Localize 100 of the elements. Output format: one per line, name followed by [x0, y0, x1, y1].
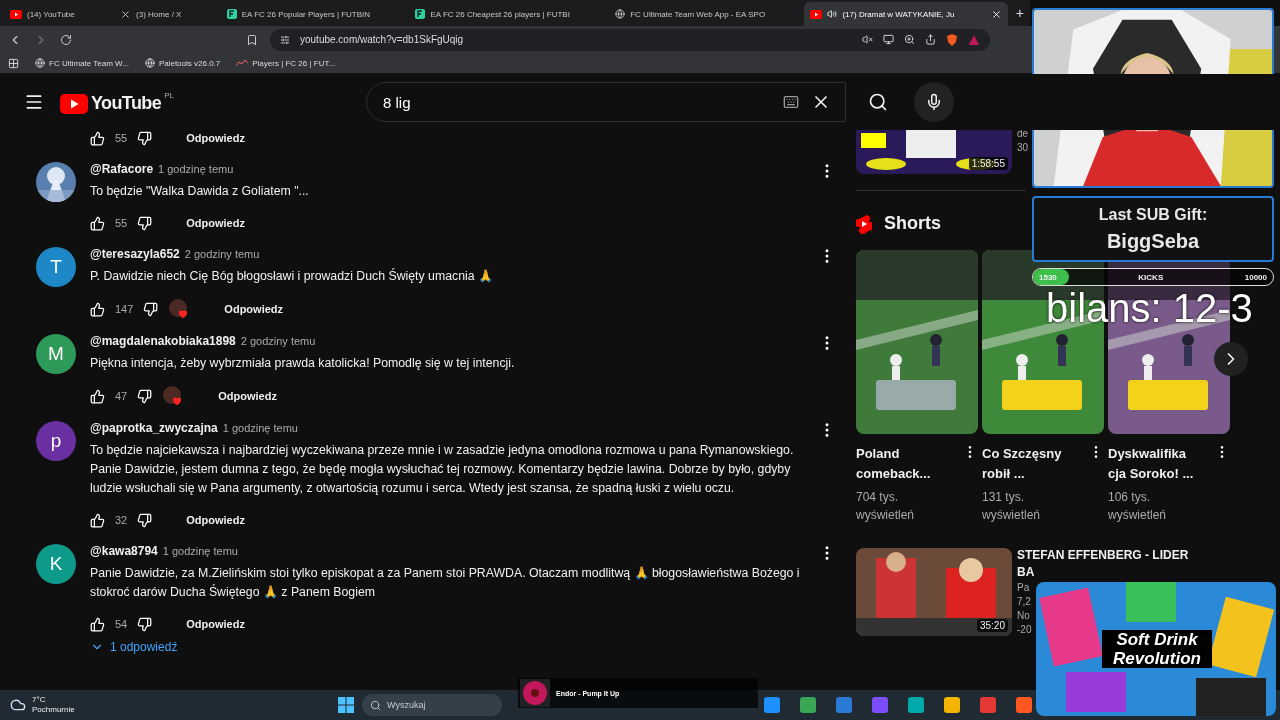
comment-author[interactable]: @magdalenakobiaka1898: [90, 334, 236, 348]
weather-widget[interactable]: 7°C Pochmurnie: [32, 695, 75, 715]
short-title[interactable]: Poland comeback...: [856, 444, 946, 484]
like-count: 55: [115, 132, 128, 144]
comment-time[interactable]: 2 godziny temu: [240, 335, 316, 347]
avatar[interactable]: K: [36, 544, 76, 584]
video-meta: Pa: [1017, 582, 1031, 593]
avatar[interactable]: p: [36, 421, 76, 461]
browser-tab[interactable]: EA FC 26 Popular Players | FUTBIN: [220, 2, 408, 26]
bookmark-item[interactable]: Players | FC 26 | FUT...: [236, 58, 336, 68]
avatar[interactable]: T: [36, 247, 76, 287]
close-icon[interactable]: [990, 8, 1002, 20]
like-icon[interactable]: [90, 301, 105, 317]
comment-time[interactable]: 2 godziny temu: [184, 248, 260, 260]
like-icon[interactable]: [90, 388, 105, 404]
search-icon: [868, 92, 888, 112]
video-thumbnail[interactable]: 1:58:55: [856, 130, 1012, 174]
view-count: 131 tys. wyświetleń: [982, 489, 1042, 524]
dislike-icon[interactable]: [137, 616, 153, 632]
like-count: 32: [115, 514, 128, 526]
reply-button[interactable]: Odpowiedz: [210, 386, 285, 406]
reload-icon[interactable]: [60, 33, 72, 46]
cloud-icon: [10, 697, 26, 713]
replies-link[interactable]: 1 odpowiedź: [110, 640, 178, 654]
dislike-icon[interactable]: [137, 512, 153, 528]
browser-tab[interactable]: (17) Dramat w WATYKANIE, Ju: [804, 2, 1008, 26]
comment-author[interactable]: @kawa8794: [90, 544, 158, 558]
short-title[interactable]: Dyskwalifika cja Soroko! ...: [1108, 444, 1198, 484]
like-count: 54: [115, 618, 128, 630]
reply-button[interactable]: Odpowiedz: [178, 614, 253, 634]
youtube-icon: [810, 9, 823, 19]
video-title[interactable]: STEFAN EFFENBERG - LIDER: [1017, 548, 1189, 562]
comment-author[interactable]: @teresazyla652: [90, 247, 180, 261]
comment-text: Piękna intencja, żeby wybrzmiała prawda katolicka! Pomodlę się w tej intencji.: [90, 355, 516, 372]
dislike-icon[interactable]: [143, 301, 159, 317]
comment-text: P. Dawidzie niech Cię Bóg błogosławi i prowadzi Duch Święty umacnia 🙏: [90, 267, 494, 285]
goal-current: 1530: [1039, 272, 1057, 282]
chart-icon: [236, 59, 249, 67]
video-duration: 35:20: [976, 619, 1008, 632]
browser-tab[interactable]: EA FC 26 Cheapest 26 players | FUTBI: [409, 2, 608, 26]
menu-icon[interactable]: [24, 92, 44, 112]
apps-icon[interactable]: [8, 57, 19, 69]
like-icon[interactable]: [90, 130, 105, 146]
cast-icon[interactable]: [883, 34, 894, 45]
video-meta: de: [1017, 130, 1029, 139]
reply-button[interactable]: Odpowiedz: [178, 510, 253, 530]
taskbar-search[interactable]: Wyszukaj: [362, 694, 502, 716]
mute-icon[interactable]: [862, 34, 873, 45]
share-icon[interactable]: [925, 34, 936, 45]
shield-icon[interactable]: [946, 33, 958, 46]
goal-label: KICKS: [1138, 272, 1164, 282]
like-icon[interactable]: [90, 616, 105, 632]
shorts-icon: [856, 213, 872, 234]
site-settings-icon[interactable]: [280, 34, 290, 45]
comment-text: To będzie "Walka Dawida z Goliatem "...: [90, 183, 310, 200]
bookmark-item[interactable]: Paletools v26.0.7: [144, 58, 221, 68]
video-duration: 1:58:55: [968, 157, 1008, 170]
address-bar[interactable]: youtube.com/watch?v=db1SkFgUqig: [270, 28, 990, 51]
comment-author[interactable]: @paprotka_zwyczajna: [90, 421, 218, 435]
video-meta: No: [1017, 610, 1031, 621]
browser-tab[interactable]: (3) Home / X: [114, 2, 219, 26]
next-button[interactable]: [1214, 342, 1248, 376]
video-meta: 30: [1017, 142, 1029, 153]
comment-time[interactable]: 1 godzinę temu: [158, 163, 234, 175]
video-title[interactable]: BA: [1017, 565, 1189, 579]
keyboard-icon[interactable]: [783, 94, 799, 110]
bookmark-item[interactable]: FC Ultimate Team W...: [35, 58, 129, 68]
windows-icon[interactable]: [338, 697, 354, 713]
goal-target: 10000: [1244, 272, 1267, 282]
reply-button[interactable]: Odpowiedz: [178, 130, 253, 148]
futbin-icon: [226, 9, 237, 19]
comment-author[interactable]: @Rafacore: [90, 162, 154, 176]
triangle-icon[interactable]: [968, 33, 980, 46]
reply-button[interactable]: Odpowiedz: [178, 213, 253, 233]
browser-tab[interactable]: (14) YouTube: [4, 2, 113, 26]
mic-button[interactable]: [914, 82, 954, 122]
dislike-icon[interactable]: [137, 388, 153, 404]
comment-time[interactable]: 1 godzinę temu: [222, 422, 298, 434]
search-input[interactable]: 8 lig: [381, 92, 771, 112]
comment-time[interactable]: 1 godzinę temu: [162, 545, 238, 557]
mic-icon: [925, 93, 943, 111]
sub-gift-label: Last SUB Gift:: [1098, 205, 1208, 224]
like-icon[interactable]: [90, 215, 105, 231]
bookmark-icon[interactable]: [246, 33, 258, 46]
globe-icon: [144, 58, 155, 68]
like-count: 147: [115, 303, 134, 315]
short-title[interactable]: Co Szczęsny robił ...: [982, 444, 1072, 484]
video-thumbnail[interactable]: 35:20: [856, 548, 1012, 636]
dislike-icon[interactable]: [137, 130, 153, 146]
like-count: 55: [115, 217, 128, 229]
new-tab-button[interactable]: +: [1009, 5, 1030, 21]
browser-tab[interactable]: FC Ultimate Team Web App - EA SPO: [609, 2, 803, 26]
search-icon: [370, 699, 381, 711]
like-icon[interactable]: [90, 512, 105, 528]
section-title: Shorts: [884, 213, 941, 234]
zoom-icon[interactable]: [904, 34, 915, 45]
reply-button[interactable]: Odpowiedz: [216, 299, 292, 319]
speaker-icon: [827, 9, 838, 19]
dislike-icon[interactable]: [137, 215, 153, 231]
avatar[interactable]: M: [36, 334, 76, 374]
